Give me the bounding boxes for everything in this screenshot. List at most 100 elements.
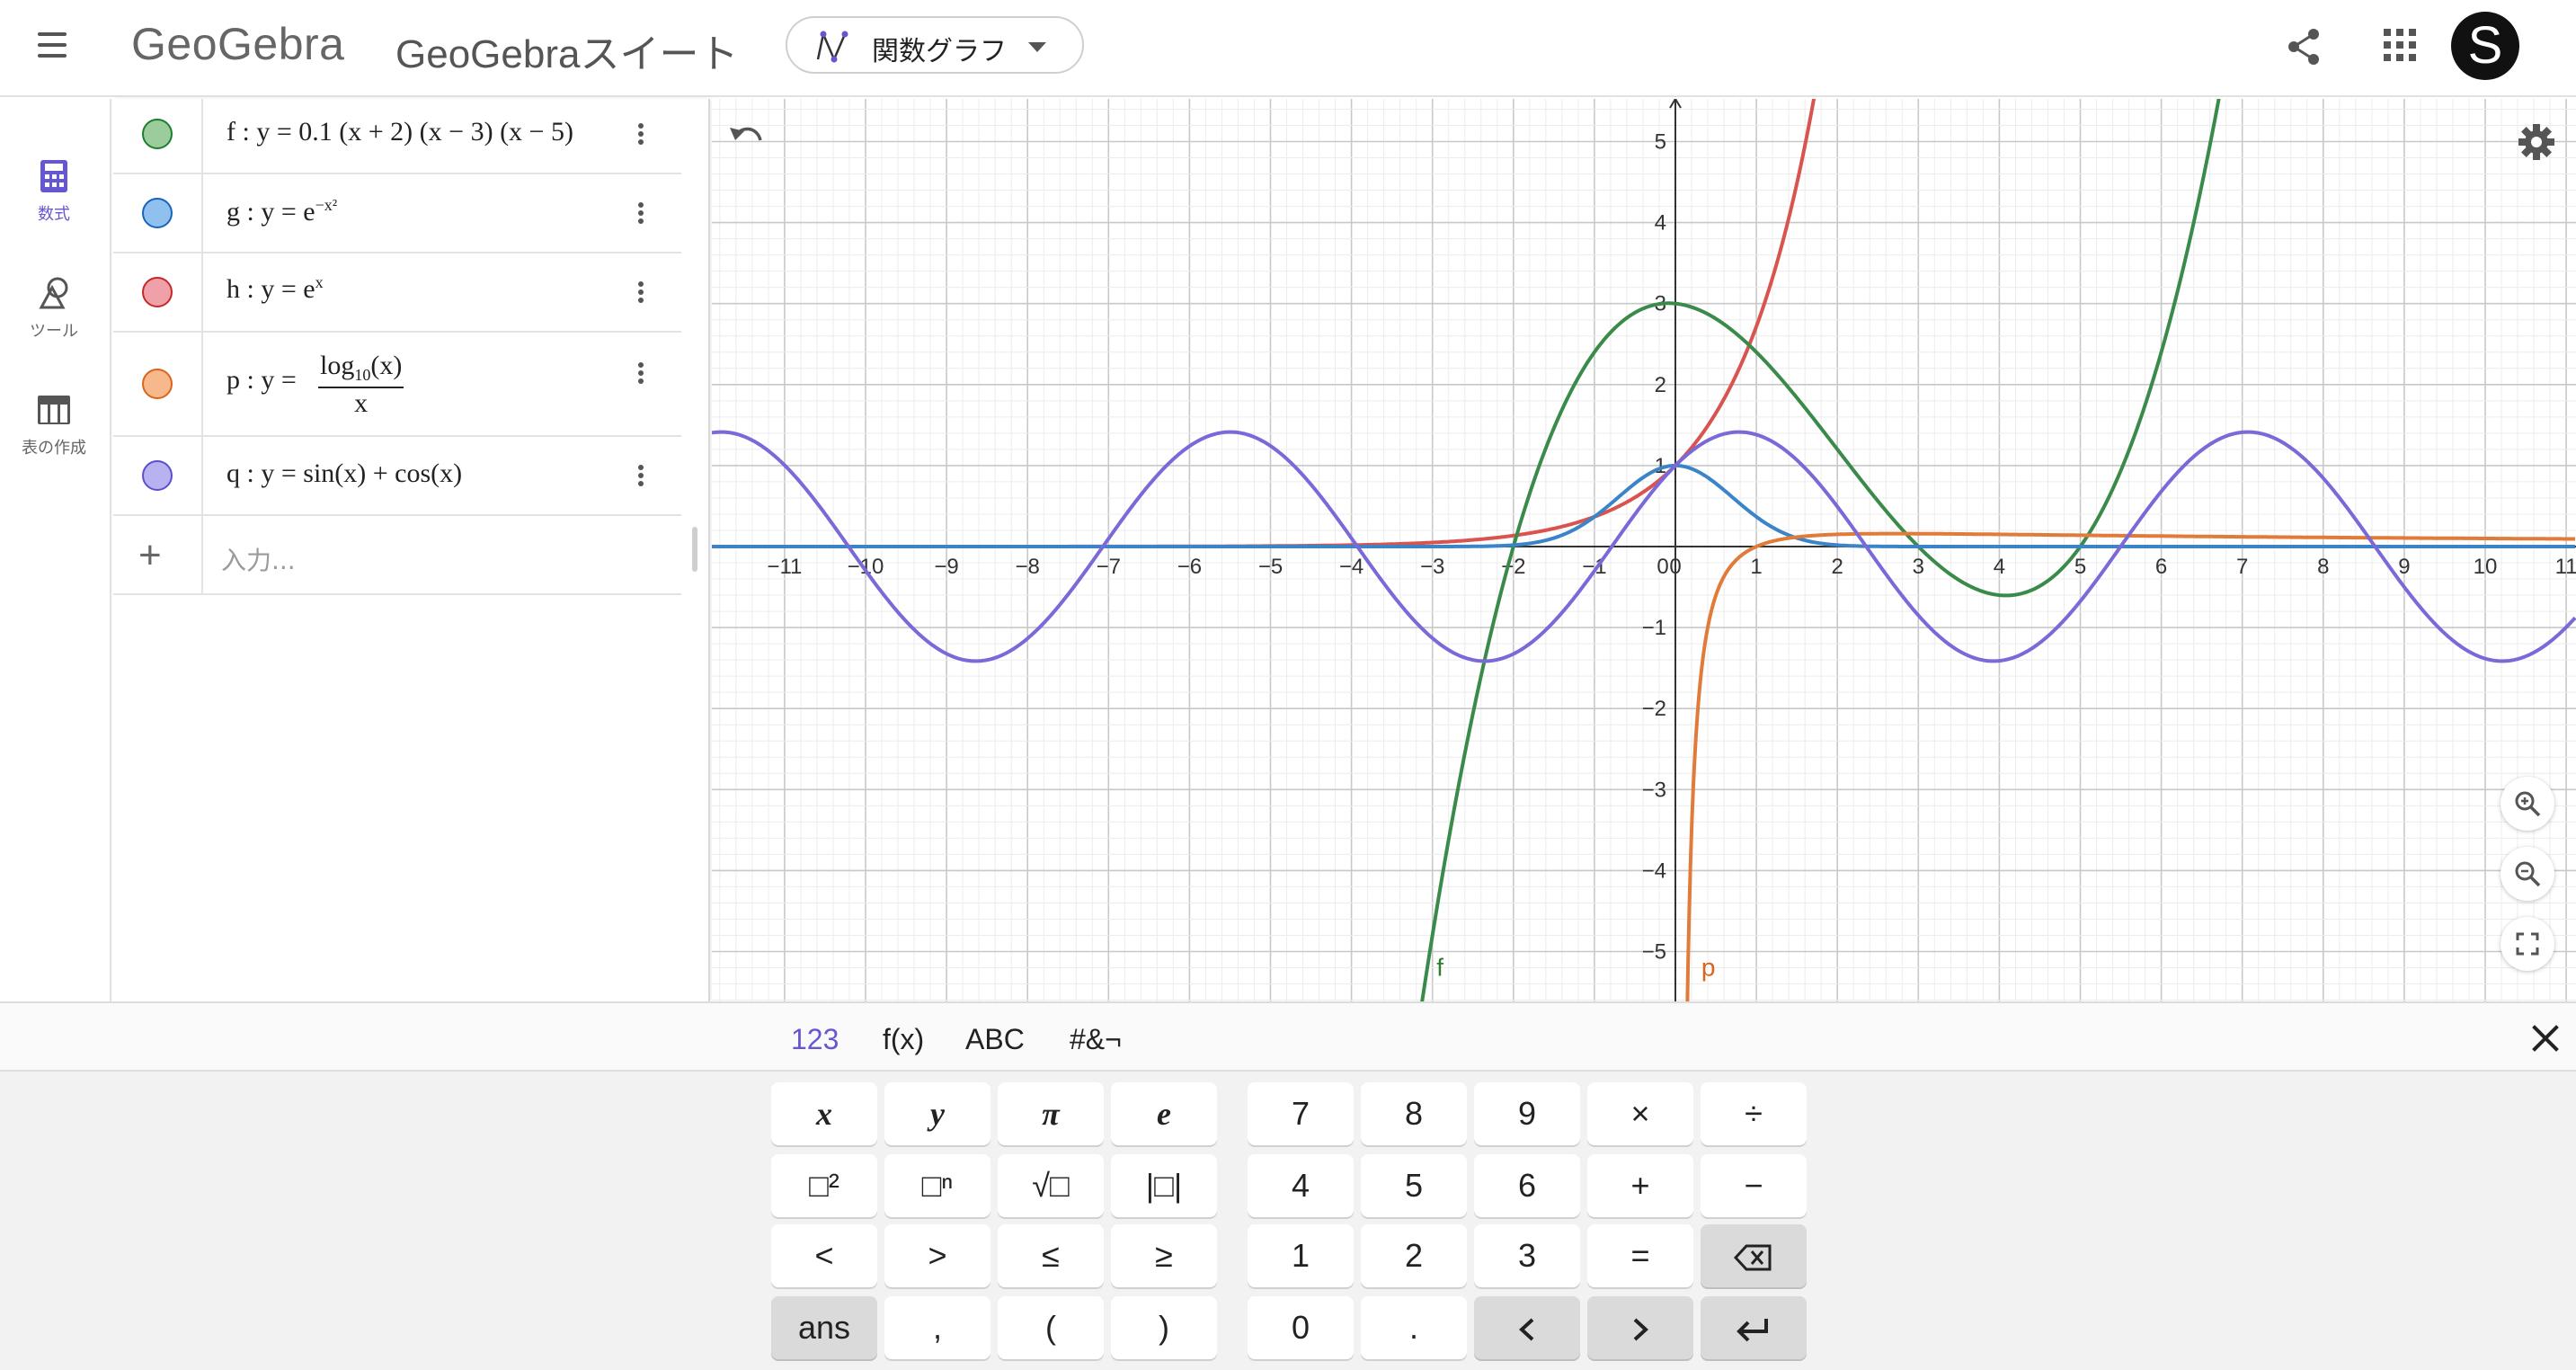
algebra-row-f[interactable]: f : y = 0.1 (x + 2) (x − 3) (x − 5) bbox=[113, 99, 681, 174]
key-backspace[interactable] bbox=[1701, 1224, 1807, 1287]
key-y[interactable]: y bbox=[884, 1082, 990, 1145]
algebra-row-h[interactable]: h : y = ex bbox=[113, 254, 681, 333]
visibility-toggle[interactable] bbox=[142, 460, 173, 491]
y-tick-label: −4 bbox=[1642, 858, 1666, 883]
rail-item-algebra[interactable]: 数式 bbox=[0, 158, 108, 225]
gear-icon[interactable] bbox=[2517, 122, 2556, 162]
key-=[interactable]: = bbox=[1587, 1224, 1693, 1287]
more-options-icon[interactable] bbox=[638, 360, 645, 387]
visibility-toggle[interactable] bbox=[142, 277, 173, 307]
key-.[interactable]: . bbox=[1361, 1296, 1467, 1359]
key-π[interactable]: π bbox=[998, 1082, 1104, 1145]
key-<[interactable]: < bbox=[771, 1224, 877, 1287]
table-icon bbox=[38, 396, 70, 424]
arrow-left-icon bbox=[1519, 1319, 1534, 1341]
key-4[interactable]: 4 bbox=[1248, 1154, 1354, 1217]
tab-abc[interactable]: ABC bbox=[965, 1023, 1025, 1056]
rail-item-tools[interactable]: ツール bbox=[0, 275, 108, 342]
key->[interactable]: > bbox=[884, 1224, 990, 1287]
tab-symbols[interactable]: #&¬ bbox=[1070, 1023, 1122, 1056]
arrow-right-icon bbox=[1633, 1319, 1648, 1341]
close-icon[interactable] bbox=[2531, 1023, 2560, 1052]
key-x[interactable]: x bbox=[771, 1082, 877, 1145]
undo-icon[interactable] bbox=[726, 119, 766, 151]
key-0[interactable]: 0 bbox=[1248, 1296, 1354, 1359]
header-bar: GeoGebra GeoGebraスイート 関数グラフ S bbox=[0, 0, 2576, 97]
key-enter[interactable] bbox=[1701, 1296, 1807, 1359]
key-√□[interactable]: √□ bbox=[998, 1154, 1104, 1217]
add-icon[interactable]: + bbox=[138, 536, 162, 575]
key-−[interactable]: − bbox=[1701, 1154, 1807, 1217]
algebra-input-field[interactable]: 入力... bbox=[221, 541, 296, 577]
algebra-row-g[interactable]: g : y = e−x² bbox=[113, 174, 681, 254]
key-e[interactable]: e bbox=[1111, 1082, 1217, 1145]
key-3[interactable]: 3 bbox=[1474, 1224, 1580, 1287]
key-□²[interactable]: □² bbox=[771, 1154, 877, 1217]
more-options-icon[interactable] bbox=[638, 462, 645, 489]
more-options-icon[interactable] bbox=[638, 279, 645, 306]
calculator-icon bbox=[40, 160, 67, 192]
key-ans[interactable]: ans bbox=[771, 1296, 877, 1359]
x-tick-label: −11 bbox=[767, 555, 802, 579]
y-tick-label: 5 bbox=[1655, 130, 1666, 155]
key-×[interactable]: × bbox=[1587, 1082, 1693, 1145]
visibility-toggle[interactable] bbox=[142, 369, 173, 399]
visibility-toggle[interactable] bbox=[142, 119, 173, 149]
menu-icon[interactable] bbox=[32, 25, 72, 65]
app-switcher-dropdown[interactable]: 関数グラフ bbox=[786, 16, 1084, 74]
x-tick-label: 3 bbox=[1913, 555, 1924, 579]
x-tick-label: −3 bbox=[1420, 555, 1444, 579]
x-tick-label: −4 bbox=[1339, 555, 1364, 579]
avatar[interactable]: S bbox=[2451, 12, 2519, 80]
key-|□|[interactable]: |□| bbox=[1111, 1154, 1217, 1217]
key-≤[interactable]: ≤ bbox=[998, 1224, 1104, 1287]
tab-123[interactable]: 123 bbox=[791, 1023, 839, 1056]
key-right[interactable] bbox=[1587, 1296, 1693, 1359]
y-tick-label: −1 bbox=[1642, 616, 1666, 640]
algebra-row-p[interactable]: p : y = log10(x) x bbox=[113, 333, 681, 437]
expression-h[interactable]: h : y = ex bbox=[227, 273, 324, 305]
key-)[interactable]: ) bbox=[1111, 1296, 1217, 1359]
x-tick-label: 1 bbox=[1750, 555, 1762, 579]
zoom-in-button[interactable] bbox=[2500, 777, 2554, 831]
tab-functions[interactable]: f(x) bbox=[883, 1023, 924, 1056]
panel-resize-handle[interactable] bbox=[692, 527, 697, 572]
algebra-panel: f : y = 0.1 (x + 2) (x − 3) (x − 5) g : … bbox=[113, 99, 710, 1001]
zoom-in-icon bbox=[2515, 791, 2541, 817]
expression-p[interactable]: p : y = bbox=[227, 365, 297, 396]
apps-grid-icon[interactable] bbox=[2382, 27, 2418, 63]
expression-g[interactable]: g : y = e−x² bbox=[227, 196, 337, 227]
key-+[interactable]: + bbox=[1587, 1154, 1693, 1217]
key-2[interactable]: 2 bbox=[1361, 1224, 1467, 1287]
key-([interactable]: ( bbox=[998, 1296, 1104, 1359]
rail-item-table[interactable]: 表の作成 bbox=[0, 392, 108, 458]
key-7[interactable]: 7 bbox=[1248, 1082, 1354, 1145]
x-tick-label: 9 bbox=[2398, 555, 2410, 579]
graphics-view[interactable]: −11 −10 −9 −8 −7 −6 −5 −4 −3 −2 −1 0 1 2 3 4 5 6 7 8 9 10 11 0−… bbox=[712, 99, 2576, 1001]
key-9[interactable]: 9 bbox=[1474, 1082, 1580, 1145]
function-plot[interactable]: −11 −10 −9 −8 −7 −6 −5 −4 −3 −2 −1 0 1 2 3 4 5 6 7 8 9 10 110−… bbox=[712, 99, 2576, 1001]
key-6[interactable]: 6 bbox=[1474, 1154, 1580, 1217]
x-tick-label: −6 bbox=[1177, 555, 1202, 579]
key-,[interactable]: , bbox=[884, 1296, 990, 1359]
expression-q[interactable]: q : y = sin(x) + cos(x) bbox=[227, 458, 462, 489]
algebra-input-row[interactable]: + 入力... bbox=[113, 516, 681, 595]
key-÷[interactable]: ÷ bbox=[1701, 1082, 1807, 1145]
x-tick-label: −8 bbox=[1016, 555, 1040, 579]
curve-f bbox=[1420, 99, 2221, 1001]
expression-f[interactable]: f : y = 0.1 (x + 2) (x − 3) (x − 5) bbox=[227, 117, 573, 147]
key-□ⁿ[interactable]: □ⁿ bbox=[884, 1154, 990, 1217]
algebra-row-q[interactable]: q : y = sin(x) + cos(x) bbox=[113, 437, 681, 516]
key-≥[interactable]: ≥ bbox=[1111, 1224, 1217, 1287]
key-8[interactable]: 8 bbox=[1361, 1082, 1467, 1145]
key-5[interactable]: 5 bbox=[1361, 1154, 1467, 1217]
more-options-icon[interactable] bbox=[638, 120, 645, 147]
visibility-toggle[interactable] bbox=[142, 198, 173, 228]
fullscreen-button[interactable] bbox=[2500, 917, 2554, 971]
zoom-out-button[interactable] bbox=[2500, 847, 2554, 901]
more-options-icon[interactable] bbox=[638, 200, 645, 227]
y-tick-label: −2 bbox=[1642, 697, 1666, 721]
key-1[interactable]: 1 bbox=[1248, 1224, 1354, 1287]
key-left[interactable] bbox=[1474, 1296, 1580, 1359]
share-icon[interactable] bbox=[2283, 25, 2326, 68]
